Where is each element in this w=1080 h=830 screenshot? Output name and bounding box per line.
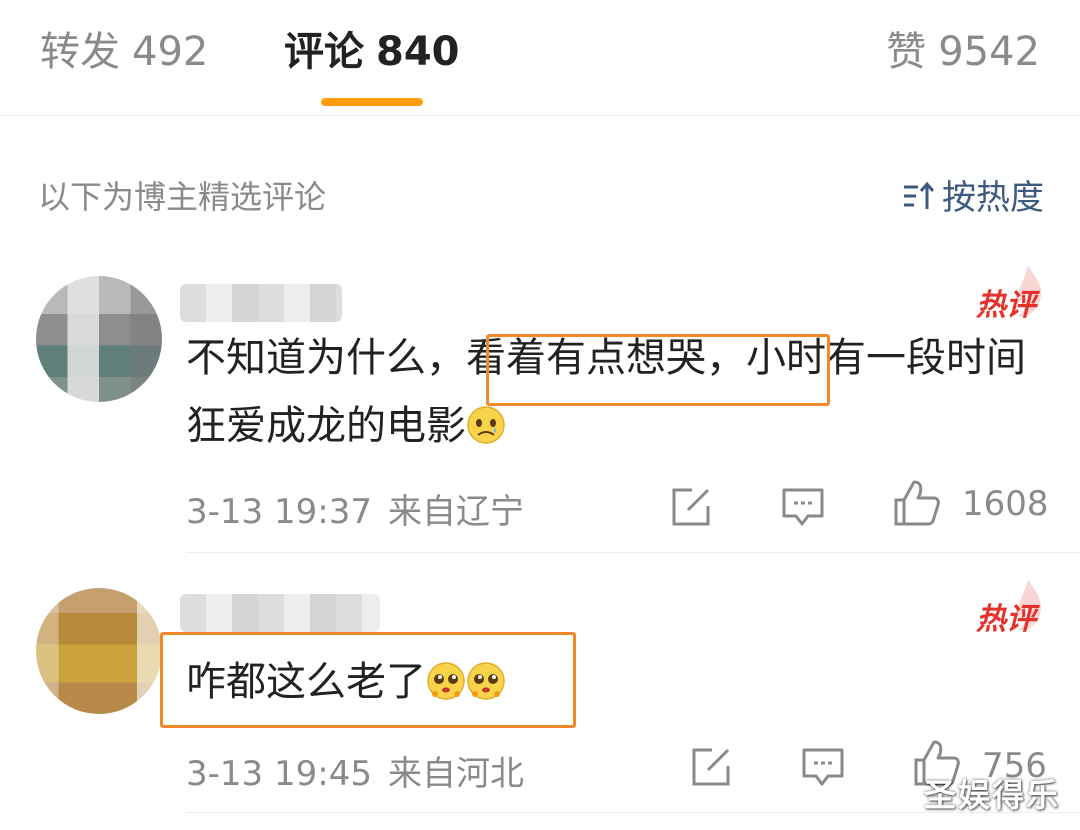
tab-reposts[interactable]: 转发 492: [40, 26, 208, 78]
tab-bar: 转发 492 评论 840 赞 9542: [0, 0, 1080, 116]
tab-comments[interactable]: 评论 840: [284, 26, 460, 78]
reply-icon[interactable]: [780, 484, 826, 530]
active-tab-indicator: [321, 98, 423, 106]
like-count: 1608: [962, 484, 1049, 524]
comment-meta: 3-13 19:37 来自辽宁: [186, 484, 524, 533]
tab-likes-count: 9542: [938, 29, 1040, 75]
sort-label: 按热度: [942, 178, 1044, 218]
comment-location: 来自河北: [387, 754, 524, 794]
comment-item: 热评 不知道为什么，看着有点想哭，小时有一段时间狂爱成龙的电影 3-13 19:…: [0, 262, 1080, 552]
hot-badge-label: 热评: [976, 602, 1036, 637]
tab-likes-label: 赞: [886, 29, 927, 75]
tab-reposts-count: 492: [132, 29, 209, 75]
hot-comment-badge: 热评: [976, 266, 1042, 324]
watermark: 圣娱得乐: [923, 776, 1060, 814]
section-header: 以下为博主精选评论 按热度: [0, 162, 1080, 222]
highlight-box: [160, 632, 576, 728]
username-blurred[interactable]: [180, 284, 342, 322]
comment-time: 3-13 19:45: [186, 754, 372, 794]
hot-comment-badge: 热评: [976, 580, 1042, 638]
comment-meta: 3-13 19:45 来自河北: [186, 746, 524, 795]
tab-likes[interactable]: 赞 9542: [886, 26, 1040, 78]
avatar[interactable]: [36, 276, 162, 402]
tab-reposts-label: 转发: [40, 29, 120, 75]
comment-time: 3-13 19:37: [186, 492, 372, 532]
share-icon[interactable]: [688, 744, 734, 790]
username-blurred[interactable]: [180, 594, 380, 632]
hot-badge-label: 热评: [976, 288, 1036, 323]
comment-item: 热评 咋都这么老了 3-13 19:45 来自河北 756: [0, 576, 1080, 806]
tab-comments-count: 840: [376, 29, 460, 75]
section-title: 以下为博主精选评论: [38, 178, 327, 216]
share-icon[interactable]: [668, 484, 714, 530]
highlight-box: [486, 334, 830, 406]
reply-icon[interactable]: [800, 744, 846, 790]
sad-face-icon: [467, 406, 505, 444]
comment-location: 来自辽宁: [387, 492, 524, 532]
sort-by-hot-button[interactable]: 按热度: [902, 170, 1044, 219]
like-icon[interactable]: [892, 478, 942, 528]
avatar[interactable]: [36, 588, 162, 714]
comment-text-part-1: 不知道为什么，: [186, 335, 466, 381]
tab-comments-label: 评论: [284, 29, 364, 75]
divider: [186, 552, 1080, 553]
sort-icon: [904, 181, 935, 209]
